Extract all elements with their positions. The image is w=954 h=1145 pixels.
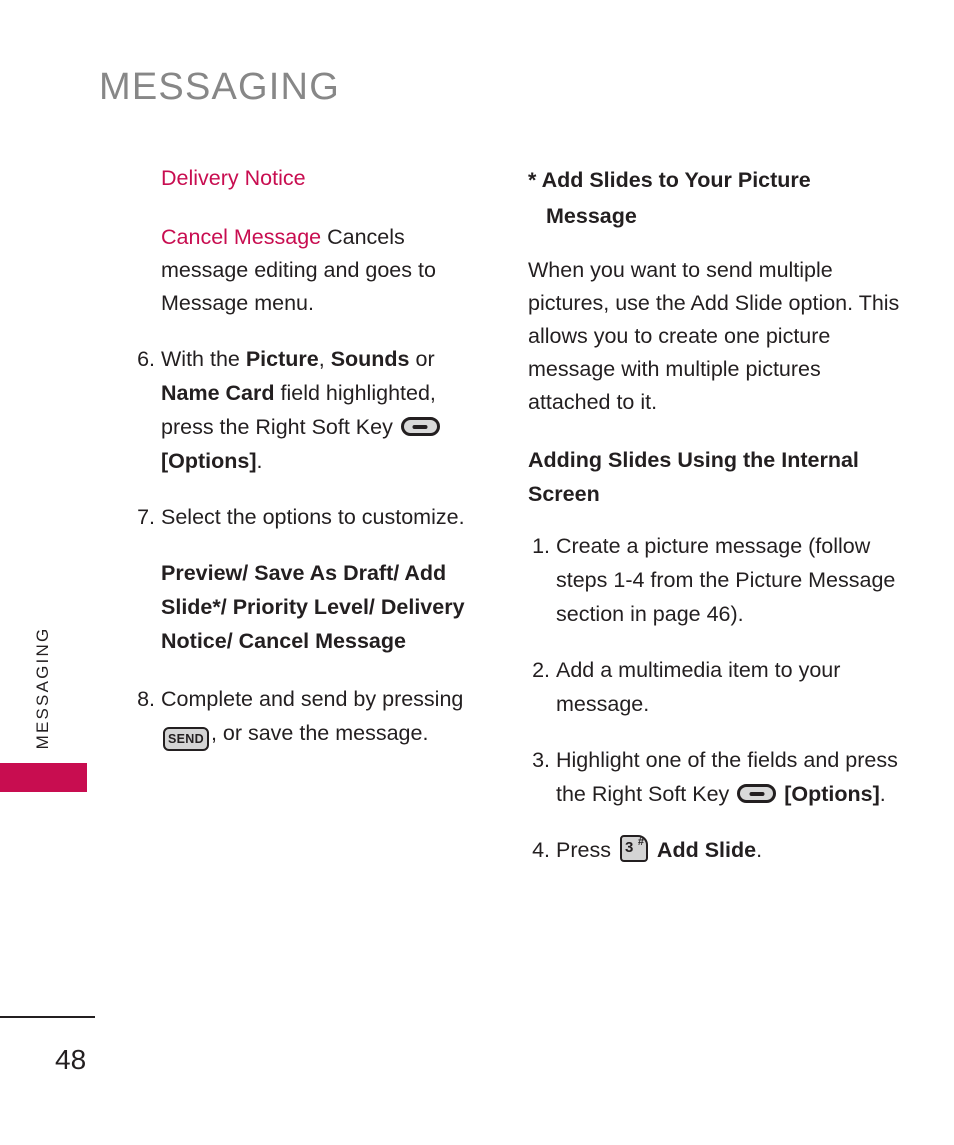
step-4-number: 4.	[532, 838, 550, 862]
step-4: 4. Press 3 # Add Slide.	[528, 833, 900, 867]
step-3-text-b: .	[879, 782, 886, 806]
footer-divider	[0, 1016, 95, 1018]
left-column: Delivery Notice Cancel Message Cancels m…	[133, 162, 488, 773]
add-slides-heading-text: Add Slides to Your Picture Message	[541, 168, 811, 228]
cancel-message-definition: Cancel Message Cancels message editing a…	[133, 221, 488, 320]
step-8-number: 8.	[137, 687, 155, 711]
right-soft-key-icon	[737, 784, 777, 803]
send-key-icon: SEND	[163, 727, 209, 751]
step-7-number: 7.	[137, 505, 155, 529]
step-8: 8. Complete and send by pressing SEND, or…	[133, 682, 488, 751]
step-6-number: 6.	[137, 347, 155, 371]
intro-paragraph: When you want to send multiple pictures,…	[528, 258, 900, 414]
step-6-text-c: or	[409, 347, 435, 371]
step-2-number: 2.	[532, 658, 550, 682]
step-3-bold-options: [Options]	[784, 782, 880, 806]
page-title: MESSAGING	[99, 66, 340, 108]
step-6-text-b: ,	[318, 347, 331, 371]
step-4-text-b: .	[756, 838, 763, 862]
step-1: 1. Create a picture message (follow steps…	[528, 529, 900, 631]
step-6-bold-picture: Picture	[245, 347, 319, 371]
step-7-text: Select the options to customize.	[161, 505, 465, 529]
step-6-text-e: .	[256, 449, 263, 473]
side-tab-label: MESSAGING	[33, 626, 52, 750]
step-1-number: 1.	[532, 534, 550, 558]
delivery-notice-heading: Delivery Notice	[161, 166, 306, 190]
step-8-text-b: , or save the message.	[210, 721, 429, 745]
step-4-text-a: Press	[556, 838, 617, 862]
step-6-bold-name-card: Name Card	[161, 381, 275, 405]
key-digit: 3	[624, 839, 634, 856]
add-slides-heading: * Add Slides to Your Picture Message	[528, 162, 900, 234]
key-symbol: #	[637, 836, 644, 848]
step-6-bold-sounds: Sounds	[330, 347, 410, 371]
step-6-bold-options: [Options]	[161, 449, 257, 473]
step-2: 2. Add a multimedia item to your message.	[528, 653, 900, 721]
step-3: 3. Highlight one of the fields and press …	[528, 743, 900, 811]
right-column: * Add Slides to Your Picture Message Whe…	[528, 162, 900, 889]
step-3-number: 3.	[532, 748, 550, 772]
step-6-text-a: With the	[161, 347, 246, 371]
adding-slides-subheading: Adding Slides Using the Internal Screen	[528, 448, 859, 506]
asterisk-marker: *	[528, 168, 537, 192]
step-8-text-a: Complete and send by pressing	[161, 687, 464, 711]
options-list: Preview/ Save As Draft/ Add Slide*/ Prio…	[161, 561, 465, 653]
step-1-text: Create a picture message (follow steps 1…	[556, 534, 896, 626]
step-4-bold-add-slide: Add Slide	[656, 838, 757, 862]
page-number: 48	[55, 1044, 87, 1075]
step-6: 6. With the Picture, Sounds or Name Card …	[133, 342, 488, 478]
right-soft-key-icon	[400, 417, 440, 436]
step-2-text: Add a multimedia item to your message.	[556, 658, 841, 716]
number-three-key-icon: 3 #	[619, 835, 648, 862]
step-7: 7. Select the options to customize.	[133, 500, 488, 534]
cancel-message-term: Cancel Message	[161, 225, 322, 249]
